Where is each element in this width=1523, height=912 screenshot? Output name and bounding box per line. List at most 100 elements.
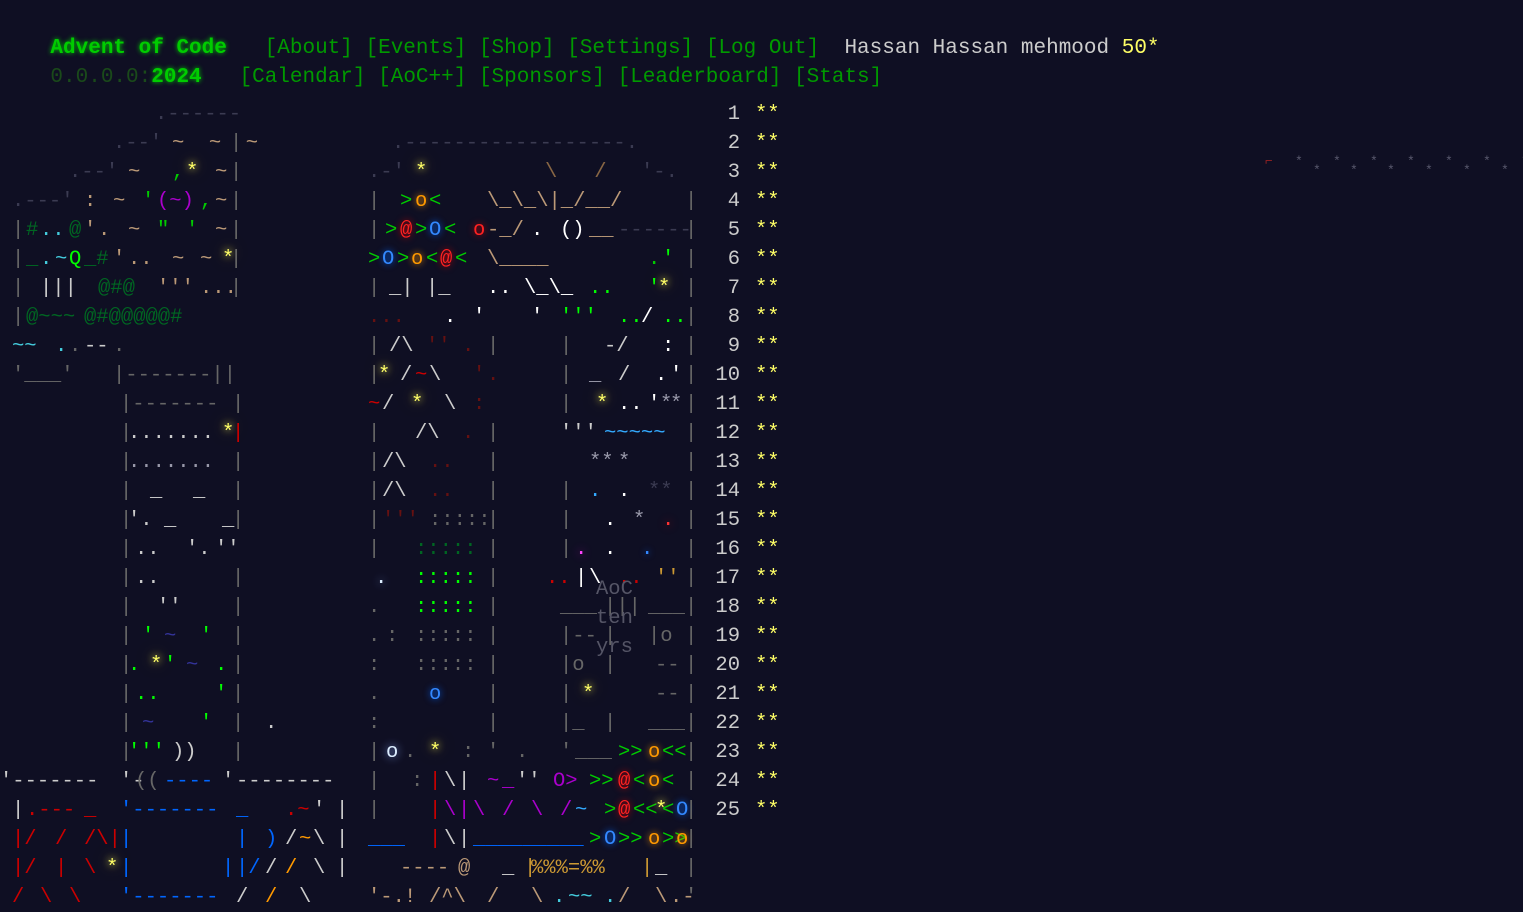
- ascii-art-fragment: ': [164, 654, 177, 677]
- ascii-art-fragment: '-------: [0, 770, 99, 793]
- ascii-art-fragment: .......: [128, 422, 215, 445]
- ascii-art-fragment: <: [662, 770, 675, 793]
- ascii-art-fragment: ----: [400, 857, 450, 880]
- calendar-day-link-2[interactable]: 2 **: [700, 129, 810, 158]
- nav-link-stats[interactable]: [Stats]: [794, 66, 882, 89]
- calendar-day-link-8[interactable]: 8 **: [700, 303, 810, 332]
- ascii-art-fragment: .------: [155, 103, 242, 126]
- calendar-day-link-17[interactable]: 17 **: [700, 564, 810, 593]
- calendar-row: |/| \ * | | |// / \ | ---- @ _ | %%%=%% | _ |: [0, 854, 1523, 883]
- calendar-day-stars: **: [755, 538, 780, 561]
- ascii-art-fragment: _: [26, 248, 39, 271]
- calendar-day-stars: **: [755, 451, 780, 474]
- calendar-day-link-14[interactable]: 14 **: [700, 477, 810, 506]
- ascii-art-fragment: @: [618, 799, 631, 822]
- ascii-art-fragment: |: [368, 335, 381, 358]
- ascii-art-fragment: ~: [415, 364, 428, 387]
- ascii-art-fragment: ': [662, 248, 675, 271]
- calendar-day-link-25[interactable]: 25 **: [700, 796, 810, 825]
- calendar-day-link-24[interactable]: 24 **: [700, 767, 810, 796]
- calendar-day-link-11[interactable]: 11 **: [700, 390, 810, 419]
- ascii-art-fragment: ~: [299, 828, 312, 851]
- ascii-art-fragment: /: [55, 828, 68, 851]
- ascii-art-fragment: \: [69, 886, 82, 909]
- calendar-day-link-6[interactable]: 6 **: [700, 245, 810, 274]
- nav-link-aocpp[interactable]: [AoC++]: [378, 66, 466, 89]
- calendar-day-link-3[interactable]: 3 **: [700, 158, 810, 187]
- ascii-art-fragment: <: [455, 248, 468, 271]
- ascii-art-fragment: >: [415, 219, 428, 242]
- calendar-day-stars: **: [755, 683, 780, 706]
- calendar-day-link-4[interactable]: 4 **: [700, 187, 810, 216]
- calendar-day-link-12[interactable]: 12 **: [700, 419, 810, 448]
- nav-link-sponsors[interactable]: [Sponsors]: [479, 66, 605, 89]
- ascii-art-fragment: ~: [128, 161, 141, 184]
- ascii-art-fragment: /: [12, 886, 25, 909]
- calendar-day-link-22[interactable]: 22 **: [700, 709, 810, 738]
- calendar-day-link-5[interactable]: 5 **: [700, 216, 810, 245]
- calendar-day-number: 19: [715, 625, 740, 648]
- calendar-day-number: 4: [727, 190, 740, 213]
- ascii-art-fragment: |: [560, 683, 573, 706]
- calendar-day-link-15[interactable]: 15 **: [700, 506, 810, 535]
- server-ip-prefix: 0.0.0.0:: [50, 66, 152, 89]
- nav-link-calendar[interactable]: [Calendar]: [239, 66, 365, 89]
- nav-link-leaderboard[interactable]: [Leaderboard]: [618, 66, 782, 89]
- calendar-day-link-20[interactable]: 20 **: [700, 651, 810, 680]
- calendar-day-stars: **: [755, 625, 780, 648]
- ascii-art-fragment: ..: [618, 306, 643, 329]
- calendar-day-number: 10: [715, 364, 740, 387]
- ascii-art-fragment: |: [120, 596, 133, 619]
- ascii-art-fragment: ~: [200, 248, 213, 271]
- calendar-day-link-7[interactable]: 7 **: [700, 274, 810, 303]
- ascii-art-fragment: _: [164, 509, 177, 532]
- calendar-day-link-19[interactable]: 19 **: [700, 622, 810, 651]
- anniversary-sign-line: AoC: [596, 578, 633, 601]
- ascii-art-fragment: >: [589, 828, 602, 851]
- ascii-art-fragment: ..: [487, 277, 512, 300]
- calendar-day-link-18[interactable]: 18 **: [700, 593, 810, 622]
- ascii-art-fragment: |: [487, 596, 500, 619]
- ascii-art-fragment: .: [662, 509, 675, 532]
- ascii-art-fragment: *: [186, 161, 199, 184]
- ascii-art-fragment: ': [113, 248, 126, 271]
- ascii-art-fragment: .: [368, 596, 381, 619]
- ascii-art-fragment: ..: [546, 567, 571, 590]
- calendar-day-stars: **: [755, 335, 780, 358]
- ascii-art-fragment: ___: [575, 741, 612, 764]
- calendar-day-link-21[interactable]: 21 **: [700, 680, 810, 709]
- ascii-art-fragment: |: [232, 567, 245, 590]
- ascii-art-fragment: |: [12, 219, 25, 242]
- ascii-art-fragment: __: [589, 219, 614, 242]
- ascii-art-fragment: |: [120, 683, 133, 706]
- ascii-art-fragment: .: [215, 654, 228, 677]
- calendar-day-number: 16: [715, 538, 740, 561]
- ascii-art-fragment: @: [440, 248, 453, 271]
- calendar-row: .---': ~ ' (~), ~ | | > o < \_\_\|_/__/| 4 **: [0, 187, 1523, 216]
- ascii-art-fragment: |: [685, 248, 698, 271]
- ascii-art-fragment: |: [368, 509, 381, 532]
- ascii-art-fragment: |: [685, 277, 698, 300]
- ascii-art-fragment: **: [648, 480, 673, 503]
- ascii-art-fragment: .: [604, 886, 617, 909]
- ascii-art-fragment: .: [404, 741, 417, 764]
- ascii-art-fragment: -/: [604, 335, 629, 358]
- calendar-day-link-1[interactable]: 1 **: [700, 100, 810, 129]
- ascii-art-fragment: \: [84, 857, 97, 880]
- calendar-day-link-23[interactable]: 23 **: [700, 738, 810, 767]
- ascii-art-fragment: |: [487, 335, 500, 358]
- event-year[interactable]: 2024: [151, 66, 201, 89]
- ascii-art-fragment: \ /: [545, 161, 607, 184]
- calendar-day-link-16[interactable]: 16 **: [700, 535, 810, 564]
- ascii-art-fragment: |/: [236, 857, 261, 880]
- ascii-art-fragment: @: [69, 219, 82, 242]
- ascii-art-fragment: ..: [135, 538, 160, 561]
- calendar-day-link-13[interactable]: 13 **: [700, 448, 810, 477]
- ascii-art-fragment: .: [553, 886, 566, 909]
- calendar-day-link-10[interactable]: 10 **: [700, 361, 810, 390]
- calendar-day-stars: **: [755, 567, 780, 590]
- calendar-day-link-9[interactable]: 9 **: [700, 332, 810, 361]
- ascii-art-fragment: >>: [618, 828, 643, 851]
- ascii-art-fragment: :: [473, 393, 486, 416]
- ascii-art-fragment: _: [655, 857, 668, 880]
